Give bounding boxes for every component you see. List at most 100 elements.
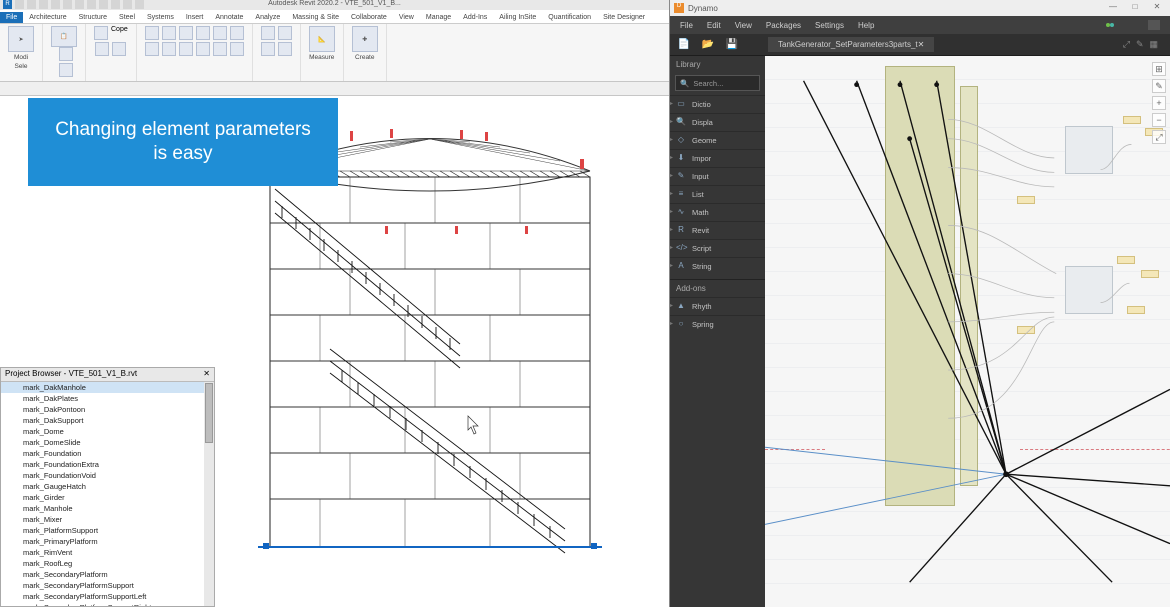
ribbon-tab[interactable]: Steel bbox=[113, 12, 141, 23]
ribbon-tab[interactable]: Analyze bbox=[249, 12, 286, 23]
list-item[interactable]: mark_PlatformSupport bbox=[1, 525, 214, 536]
list-item[interactable]: mark_DakPlates bbox=[1, 393, 214, 404]
view-tool-button[interactable] bbox=[278, 42, 292, 56]
library-category[interactable]: ▸🔍Displa bbox=[670, 113, 765, 131]
list-item[interactable]: mark_Foundation bbox=[1, 448, 214, 459]
qat-button[interactable] bbox=[15, 0, 24, 9]
close-icon[interactable]: ✕ bbox=[203, 369, 210, 380]
modify-tool-button[interactable] bbox=[162, 26, 176, 40]
close-button[interactable]: ✕ bbox=[1148, 2, 1166, 14]
library-category[interactable]: ▸≡List bbox=[670, 185, 765, 203]
view-tool-button[interactable] bbox=[261, 26, 275, 40]
library-search-input[interactable]: 🔍 Search... bbox=[675, 75, 760, 91]
view-tool-button[interactable] bbox=[278, 26, 292, 40]
ribbon-tab[interactable]: Architecture bbox=[23, 12, 72, 23]
modify-button[interactable]: ➤ bbox=[8, 26, 34, 52]
list-item[interactable]: mark_SecondaryPlatformSupportLeft bbox=[1, 591, 214, 602]
file-tab[interactable]: File bbox=[0, 12, 23, 23]
list-item[interactable]: mark_SecondaryPlatformSupport bbox=[1, 580, 214, 591]
project-browser-tree[interactable]: mark_DakManhole mark_DakPlates mark_DakP… bbox=[1, 382, 214, 606]
paste-button[interactable]: 📋 bbox=[51, 26, 77, 47]
menu-item[interactable]: Edit bbox=[707, 21, 721, 30]
list-item[interactable]: mark_DakPontoon bbox=[1, 404, 214, 415]
ribbon-tab[interactable]: Ailing InSite bbox=[493, 12, 542, 23]
zoom-in-button[interactable]: + bbox=[1152, 96, 1166, 110]
graph-tab[interactable]: TankGenerator_SetParameters3parts_t✕ bbox=[768, 37, 935, 52]
list-item[interactable]: mark_Dome bbox=[1, 426, 214, 437]
ribbon-tab[interactable]: Site Designer bbox=[597, 12, 651, 23]
qat-button[interactable] bbox=[135, 0, 144, 9]
scrollbar[interactable] bbox=[204, 382, 214, 606]
qat-button[interactable] bbox=[27, 0, 36, 9]
open-file-button[interactable]: 📂 bbox=[700, 37, 716, 53]
modify-tool-button[interactable] bbox=[213, 26, 227, 40]
modify-tool-button[interactable] bbox=[179, 42, 193, 56]
list-item[interactable]: mark_DakSupport bbox=[1, 415, 214, 426]
edit-button[interactable]: ✎ bbox=[1152, 79, 1166, 93]
list-item[interactable]: mark_SecondaryPlatformSupportRight bbox=[1, 602, 214, 606]
modify-tool-button[interactable] bbox=[162, 42, 176, 56]
library-category[interactable]: ▸∿Math bbox=[670, 203, 765, 221]
view-tool-button[interactable] bbox=[261, 42, 275, 56]
qat-button[interactable] bbox=[63, 0, 72, 9]
ribbon-tab[interactable]: Quantification bbox=[542, 12, 597, 23]
measure-button[interactable]: 📐 bbox=[309, 26, 335, 52]
list-item[interactable]: mark_GaugeHatch bbox=[1, 481, 214, 492]
ribbon-tab[interactable]: Massing & Site bbox=[286, 12, 345, 23]
modify-tool-button[interactable] bbox=[230, 26, 244, 40]
ribbon-tab[interactable]: Add-Ins bbox=[457, 12, 493, 23]
canvas-tool-button[interactable]: ✎ bbox=[1136, 39, 1144, 50]
pan-button[interactable]: ⤢ bbox=[1152, 130, 1166, 144]
list-item[interactable]: mark_RimVent bbox=[1, 547, 214, 558]
qat-button[interactable] bbox=[99, 0, 108, 9]
qat-button[interactable] bbox=[75, 0, 84, 9]
minimize-button[interactable]: — bbox=[1104, 2, 1122, 14]
list-item[interactable]: mark_FoundationVoid bbox=[1, 470, 214, 481]
list-item[interactable]: mark_Manhole bbox=[1, 503, 214, 514]
modify-tool-button[interactable] bbox=[230, 42, 244, 56]
new-file-button[interactable]: 📄 bbox=[676, 37, 692, 53]
library-category[interactable]: ▸AString bbox=[670, 257, 765, 275]
library-category[interactable]: ▸▭Dictio bbox=[670, 95, 765, 113]
ribbon-tab[interactable]: Insert bbox=[180, 12, 210, 23]
modify-tool-button[interactable] bbox=[179, 26, 193, 40]
list-item[interactable]: mark_PrimaryPlatform bbox=[1, 536, 214, 547]
maximize-button[interactable]: □ bbox=[1126, 2, 1144, 14]
list-item[interactable]: mark_DakManhole bbox=[1, 382, 214, 393]
cope-button[interactable] bbox=[94, 26, 108, 40]
list-item[interactable]: mark_SecondaryPlatform bbox=[1, 569, 214, 580]
library-category[interactable]: ▸</>Script bbox=[670, 239, 765, 257]
copy-button[interactable] bbox=[59, 63, 73, 77]
dynamo-canvas[interactable]: ⊞ ✎ + − ⤢ bbox=[765, 56, 1170, 607]
library-category[interactable]: ▸✎Input bbox=[670, 167, 765, 185]
ribbon-tab[interactable]: Annotate bbox=[209, 12, 249, 23]
menu-item[interactable]: View bbox=[735, 21, 752, 30]
list-item[interactable]: mark_DomeSlide bbox=[1, 437, 214, 448]
cut-geom-button[interactable] bbox=[95, 42, 109, 56]
qat-button[interactable] bbox=[39, 0, 48, 9]
join-geom-button[interactable] bbox=[112, 42, 126, 56]
modify-tool-button[interactable] bbox=[145, 42, 159, 56]
create-button[interactable]: ✚ bbox=[352, 26, 378, 52]
ribbon-tab[interactable]: Systems bbox=[141, 12, 180, 23]
qat-button[interactable] bbox=[87, 0, 96, 9]
menu-item[interactable]: Settings bbox=[815, 21, 844, 30]
canvas-tool-button[interactable]: ⤢ bbox=[1123, 39, 1130, 50]
modify-tool-button[interactable] bbox=[196, 26, 210, 40]
qat-button[interactable] bbox=[111, 0, 120, 9]
list-item[interactable]: mark_Mixer bbox=[1, 514, 214, 525]
library-addon[interactable]: ▸▲Rhyth bbox=[670, 297, 765, 315]
camera-icon[interactable] bbox=[1148, 20, 1160, 30]
library-addon[interactable]: ▸○Spring bbox=[670, 315, 765, 333]
list-item[interactable]: mark_FoundationExtra bbox=[1, 459, 214, 470]
modify-tool-button[interactable] bbox=[196, 42, 210, 56]
menu-item[interactable]: Packages bbox=[766, 21, 801, 30]
library-category[interactable]: ▸⬇Impor bbox=[670, 149, 765, 167]
modify-tool-button[interactable] bbox=[213, 42, 227, 56]
ribbon-tab[interactable]: Manage bbox=[420, 12, 457, 23]
menu-item[interactable]: Help bbox=[858, 21, 874, 30]
ribbon-tab[interactable]: Structure bbox=[73, 12, 113, 23]
library-category[interactable]: ▸◇Geome bbox=[670, 131, 765, 149]
menu-item[interactable]: File bbox=[680, 21, 693, 30]
qat-button[interactable] bbox=[123, 0, 132, 9]
